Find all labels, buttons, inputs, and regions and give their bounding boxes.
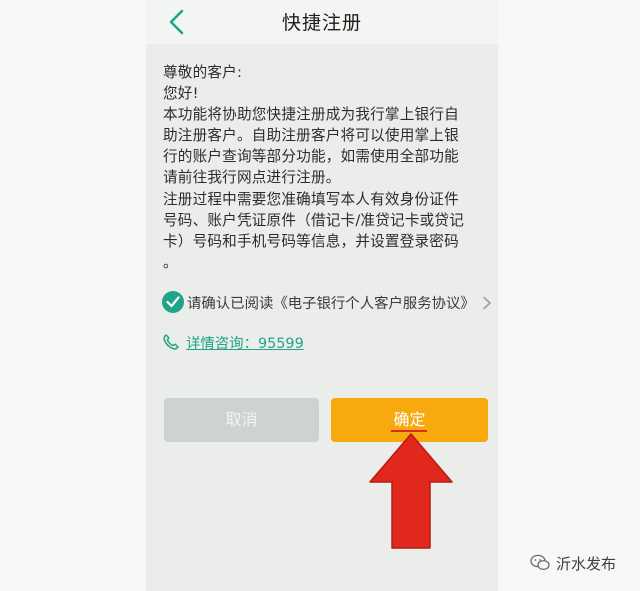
page-title: 快捷注册 (281, 12, 362, 34)
paragraph1-line: 请前往我行网点进行注册。 (163, 169, 341, 186)
notice-text: 尊敬的客户: 您好! 本功能将协助您快捷注册成为我行掌上银行自 助注册客户。自助… (163, 62, 483, 273)
paragraph2-line: 卡）号码和手机号码等信息，并设置登录密码 (163, 233, 459, 250)
paragraph2-line: 注册过程中需要您准确填写本人有效身份证件 (163, 191, 459, 208)
paragraph2-line: 号码、账户凭证原件（借记卡/准贷记卡或贷记 (163, 212, 464, 229)
paragraph2-line: 。 (163, 254, 178, 271)
red-up-arrow-icon (368, 432, 454, 550)
agreement-label[interactable]: 请确认已阅读《电子银行个人客户服务协议》 (187, 292, 475, 313)
confirm-label: 确定 (393, 410, 426, 429)
watermark-label: 沂水发布 (556, 555, 617, 573)
paragraph1-line: 本功能将协助您快捷注册成为我行掌上银行自 (163, 106, 459, 123)
watermark: 沂水发布 (530, 551, 630, 575)
agreement-row[interactable]: 请确认已阅读《电子银行个人客户服务协议》 (162, 290, 492, 314)
consult-row[interactable]: 详情咨询：95599 (162, 331, 362, 353)
chevron-right-icon[interactable] (482, 295, 492, 310)
check-circle-icon[interactable] (162, 291, 184, 313)
header-bar: 快捷注册 (146, 0, 498, 44)
greeting-text: 尊敬的客户: (163, 64, 243, 81)
phone-icon (162, 333, 180, 351)
wechat-icon (530, 554, 550, 572)
paragraph1-line: 行的账户查询等部分功能，如需使用全部功能 (163, 148, 459, 165)
cancel-button[interactable]: 取消 (164, 398, 319, 442)
hello-text: 您好! (163, 85, 199, 102)
paragraph1-line: 助注册客户。自助注册客户将可以使用掌上银 (163, 127, 459, 144)
consult-link[interactable]: 详情咨询：95599 (186, 332, 304, 353)
